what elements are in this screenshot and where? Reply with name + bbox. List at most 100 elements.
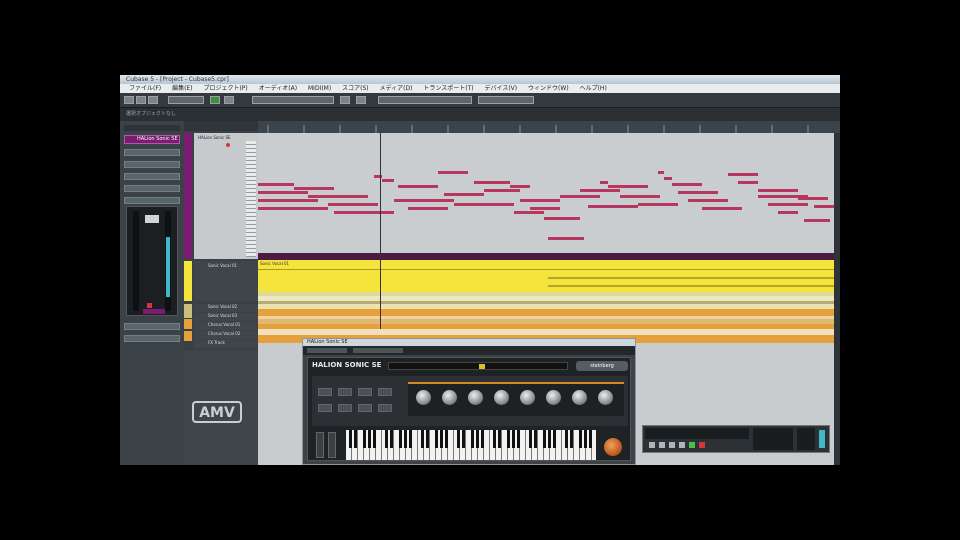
audio-event[interactable]: Sonic Vocal 01 — [258, 260, 834, 292]
inspector-field[interactable] — [124, 173, 180, 180]
play-button[interactable] — [210, 96, 220, 104]
black-keys[interactable] — [346, 430, 596, 448]
quick-control-section — [408, 382, 624, 416]
inspector-track-name[interactable]: HALion Sonic SE — [124, 135, 180, 144]
menu-midi[interactable]: MIDI(M) — [308, 85, 331, 92]
vertical-scrollbar[interactable] — [834, 133, 840, 465]
toolbar-button[interactable] — [340, 96, 350, 104]
mute-icon[interactable] — [147, 303, 152, 308]
inspector-field[interactable] — [124, 185, 180, 192]
menu-file[interactable]: ファイル(F) — [129, 85, 161, 92]
cycle-icon[interactable] — [669, 442, 675, 448]
track-name[interactable]: Sonic Vocal 03 — [194, 313, 258, 321]
transport-meter — [819, 430, 825, 448]
mod-wheel[interactable] — [328, 432, 336, 458]
toolbar-button[interactable] — [124, 96, 134, 104]
pad-button[interactable] — [338, 388, 352, 396]
record-enable-icon[interactable] — [226, 143, 230, 147]
inspector-field[interactable] — [124, 197, 180, 204]
audio-event-label: Sonic Vocal 01 — [260, 261, 290, 266]
quick-control-knob[interactable] — [598, 390, 613, 405]
piano-keys-strip — [246, 141, 256, 257]
menu-transport[interactable]: トランスポート(T) — [423, 85, 473, 92]
fader-cap[interactable] — [145, 215, 159, 223]
pad-button[interactable] — [318, 388, 332, 396]
inspector-field[interactable] — [124, 161, 180, 168]
snap-group[interactable] — [378, 96, 472, 104]
transport-time-display — [753, 428, 793, 450]
track-header[interactable]: Sonic Vocal 01 — [194, 261, 258, 301]
quick-control-knob[interactable] — [468, 390, 483, 405]
menu-help[interactable]: ヘルプ(H) — [580, 85, 607, 92]
menu-audio[interactable]: オーディオ(A) — [259, 85, 297, 92]
quick-control-knob[interactable] — [520, 390, 535, 405]
track-name: HALion Sonic SE — [198, 135, 231, 140]
toolbar-transport-group[interactable] — [168, 96, 204, 104]
menu-media[interactable]: メディア(D) — [380, 85, 413, 92]
cubase-window: Cubase 5 - [Project - Cubase5.cpr] ファイル(… — [120, 75, 840, 465]
track-name[interactable]: FX Track — [194, 340, 258, 348]
master-volume-knob[interactable] — [604, 438, 622, 456]
inspector-field[interactable] — [124, 149, 180, 156]
quick-control-knob[interactable] — [494, 390, 509, 405]
pad-button[interactable] — [378, 388, 392, 396]
stop-icon[interactable] — [679, 442, 685, 448]
quick-control-knob[interactable] — [572, 390, 587, 405]
channel-name-strip — [143, 309, 165, 314]
toolbar-button[interactable] — [148, 96, 158, 104]
menu-score[interactable]: スコア(S) — [342, 85, 369, 92]
track-header[interactable]: HALion Sonic SE — [194, 133, 258, 259]
synth-product-name: HALION SONIC SE — [312, 361, 382, 369]
audio-event-divider — [258, 269, 834, 270]
plugin-bar-button[interactable] — [307, 348, 347, 353]
rewind-icon[interactable] — [649, 442, 655, 448]
pad-button[interactable] — [378, 404, 392, 412]
transport-panel — [642, 425, 830, 453]
track-name[interactable]: Sonic Vocal 02 — [194, 304, 258, 312]
steinberg-logo: steinberg — [576, 361, 628, 371]
quick-control-knob[interactable] — [546, 390, 561, 405]
ruler-ticks — [267, 125, 809, 133]
plugin-preset-field[interactable] — [353, 348, 403, 353]
track-color-strip — [184, 304, 192, 318]
playhead-cursor[interactable] — [380, 133, 381, 329]
forward-icon[interactable] — [659, 442, 665, 448]
play-icon[interactable] — [689, 442, 695, 448]
pad-button[interactable] — [338, 404, 352, 412]
display-indicator — [479, 364, 485, 369]
timeline-ruler[interactable] — [258, 121, 840, 133]
audio-lane — [258, 309, 834, 316]
quantize-select[interactable] — [478, 96, 534, 104]
virtual-keyboard[interactable] — [346, 430, 596, 460]
pad-button[interactable] — [318, 404, 332, 412]
menu-window[interactable]: ウィンドウ(W) — [528, 85, 569, 92]
record-icon[interactable] — [699, 442, 705, 448]
track-name[interactable]: Chorus Vocal 01 — [194, 322, 258, 330]
pad-button[interactable] — [358, 388, 372, 396]
toolbar-button[interactable] — [356, 96, 366, 104]
halion-sonic-plugin-window: HALion Sonic SE HALION SONIC SE steinber… — [302, 338, 636, 465]
window-title-bar: Cubase 5 - [Project - Cubase5.cpr] — [120, 75, 840, 84]
menu-edit[interactable]: 編集(E) — [172, 85, 192, 92]
quick-control-knob[interactable] — [442, 390, 457, 405]
inspector-field[interactable] — [124, 335, 180, 342]
midi-part[interactable] — [258, 133, 834, 253]
pitch-bend-wheel[interactable] — [316, 432, 324, 458]
track-name[interactable]: Chorus Vocal 02 — [194, 331, 258, 339]
midi-notes — [258, 171, 834, 240]
meter-left — [133, 211, 139, 311]
inspector-field[interactable] — [124, 323, 180, 330]
record-button[interactable] — [224, 96, 234, 104]
tool-buttons[interactable] — [252, 96, 334, 104]
toolbar-button[interactable] — [136, 96, 146, 104]
pad-button[interactable] — [358, 404, 372, 412]
quick-control-knob[interactable] — [416, 390, 431, 405]
track-color-strip — [184, 319, 192, 329]
track-list-header — [184, 121, 258, 131]
synth-display — [388, 362, 568, 370]
audio-waveform — [548, 277, 834, 287]
plugin-control-bar — [303, 346, 635, 355]
menu-project[interactable]: プロジェクト(P) — [203, 85, 247, 92]
menu-devices[interactable]: デバイス(V) — [485, 85, 518, 92]
plugin-title-bar: HALion Sonic SE — [303, 339, 635, 346]
